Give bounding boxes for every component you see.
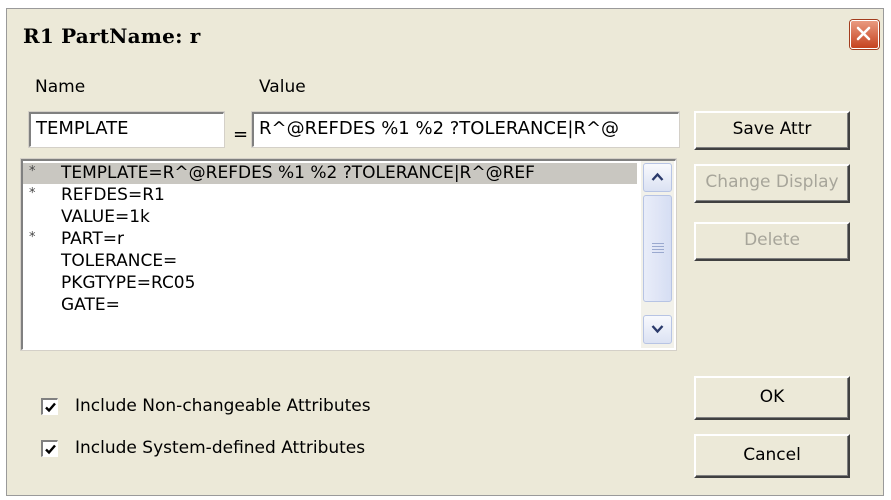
vertical-scrollbar[interactable] xyxy=(641,161,674,348)
value-field[interactable]: R^@REFDES %1 %2 ?TOLERANCE|R^@ xyxy=(251,111,680,148)
equals-sign: = xyxy=(233,124,249,145)
name-field[interactable]: TEMPLATE xyxy=(28,111,225,148)
attribute-text: VALUE=1k xyxy=(61,207,150,227)
save-attr-button[interactable]: Save Attr xyxy=(694,111,850,150)
grip-line xyxy=(652,243,664,244)
non-changeable-label: Include Non-changeable Attributes xyxy=(75,396,371,416)
attribute-text: PKGTYPE=RC05 xyxy=(61,273,196,293)
list-item[interactable]: VALUE=1k xyxy=(23,207,637,228)
attribute-text: PART=r xyxy=(61,229,124,249)
value-label: Value xyxy=(259,77,306,97)
attribute-text: REFDES=R1 xyxy=(61,185,165,205)
non-changeable-checkbox[interactable] xyxy=(41,398,58,415)
required-marker: * xyxy=(29,164,36,179)
list-item[interactable]: * REFDES=R1 xyxy=(23,185,637,206)
list-item[interactable]: GATE= xyxy=(23,295,637,316)
attribute-text: TEMPLATE=R^@REFDES %1 %2 ?TOLERANCE|R^@R… xyxy=(61,163,535,183)
scroll-up-button[interactable] xyxy=(643,163,672,192)
name-label: Name xyxy=(35,77,86,97)
cancel-button[interactable]: Cancel xyxy=(694,434,850,478)
list-item[interactable]: TOLERANCE= xyxy=(23,251,637,272)
system-defined-label: Include System-defined Attributes xyxy=(75,438,366,458)
window-title: R1 PartName: r xyxy=(23,24,201,48)
scroll-thumb[interactable] xyxy=(643,195,672,302)
save-attr-label: Save Attr xyxy=(732,119,812,139)
required-marker: * xyxy=(29,186,36,201)
title-bar[interactable]: R1 PartName: r xyxy=(7,9,883,55)
change-display-button[interactable]: Change Display xyxy=(694,164,850,203)
delete-button[interactable]: Delete xyxy=(694,222,850,261)
ok-button[interactable]: OK xyxy=(694,376,850,420)
change-display-label: Change Display xyxy=(705,172,839,192)
grip-line xyxy=(652,249,664,250)
list-item[interactable]: * TEMPLATE=R^@REFDES %1 %2 ?TOLERANCE|R^… xyxy=(23,163,637,184)
close-button[interactable] xyxy=(850,20,879,49)
delete-label: Delete xyxy=(744,230,800,250)
scroll-down-button[interactable] xyxy=(643,315,672,344)
grip-line xyxy=(652,252,664,253)
required-marker: * xyxy=(29,230,36,245)
system-defined-checkbox[interactable] xyxy=(41,440,58,457)
attribute-list[interactable]: * TEMPLATE=R^@REFDES %1 %2 ?TOLERANCE|R^… xyxy=(20,158,677,351)
attribute-dialog: R1 PartName: r Name Value TEMPLATE = R^@… xyxy=(6,8,884,496)
attribute-text: TOLERANCE= xyxy=(61,251,178,271)
list-item[interactable]: PKGTYPE=RC05 xyxy=(23,273,637,294)
grip-line xyxy=(652,246,664,247)
attribute-text: GATE= xyxy=(61,295,120,315)
cancel-label: Cancel xyxy=(743,445,801,465)
ok-label: OK xyxy=(759,387,785,407)
list-item[interactable]: * PART=r xyxy=(23,229,637,250)
